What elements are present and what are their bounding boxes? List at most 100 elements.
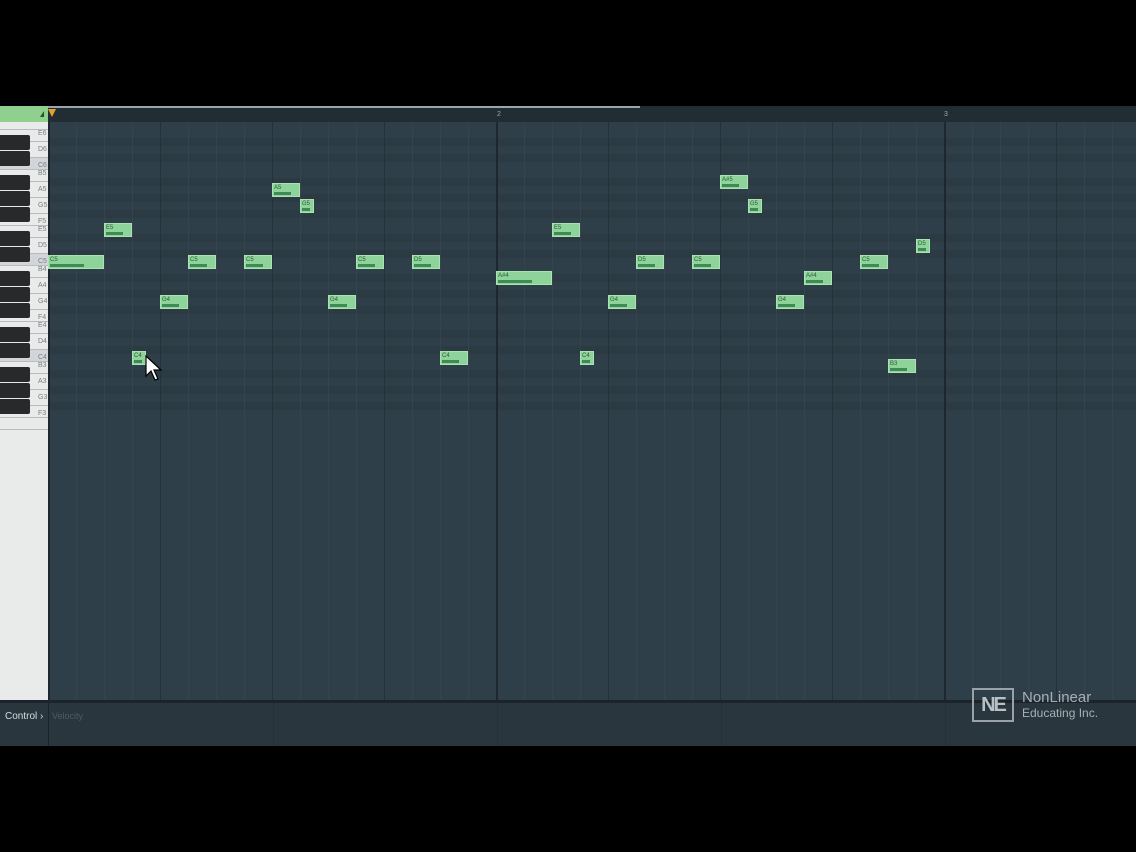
note-block[interactable]: A#4 <box>496 271 552 285</box>
black-key[interactable] <box>0 207 30 222</box>
grid-line <box>496 122 498 700</box>
grid-line <box>1028 122 1029 700</box>
velocity-bar <box>246 264 263 267</box>
note-block[interactable]: C4 <box>580 351 594 365</box>
note-block[interactable]: C4 <box>440 351 468 365</box>
note-block[interactable]: E5 <box>104 223 132 237</box>
black-key[interactable] <box>0 247 30 262</box>
velocity-bar <box>722 184 739 187</box>
black-key[interactable] <box>0 231 30 246</box>
key-label: B4 <box>38 266 47 273</box>
key-label: A5 <box>38 186 47 193</box>
bar-number: 2 <box>497 111 501 118</box>
timeline-ruler[interactable]: 2 3 <box>0 106 1136 123</box>
note-block[interactable]: B3 <box>888 359 916 373</box>
black-key[interactable] <box>0 135 30 150</box>
velocity-bar <box>134 360 143 363</box>
black-key[interactable] <box>0 327 30 342</box>
logo-mark: NE <box>972 688 1014 722</box>
velocity-bar <box>498 280 532 283</box>
grid-line <box>188 122 189 700</box>
velocity-bar <box>750 208 759 211</box>
white-key[interactable] <box>0 418 48 430</box>
velocity-bar <box>302 208 311 211</box>
piano-roll-menu-button[interactable] <box>0 106 48 123</box>
key-label: F5 <box>38 218 47 225</box>
black-key[interactable] <box>0 271 30 286</box>
note-block[interactable]: G4 <box>776 295 804 309</box>
control-target-selector[interactable]: Control › <box>5 711 43 722</box>
velocity-bar <box>554 232 571 235</box>
piano-keyboard[interactable]: E6 D6 C6 B5 A5 G5 F5 E5 D5 C5 B4 A4 G4 F4 E4 D4 C4 B3 A3 G3… <box>0 122 49 700</box>
grid-line <box>776 122 777 700</box>
horizontal-scrollbar[interactable] <box>48 106 640 108</box>
black-key[interactable] <box>0 287 30 302</box>
note-block[interactable]: A5 <box>272 183 300 197</box>
note-block[interactable]: E5 <box>552 223 580 237</box>
note-label: A#4 <box>498 273 509 279</box>
black-key[interactable] <box>0 191 30 206</box>
note-label: G5 <box>750 201 759 207</box>
note-block[interactable]: C5 <box>860 255 888 269</box>
grid-line <box>944 122 946 700</box>
grid-line <box>860 122 861 700</box>
key-label: E4 <box>38 322 47 329</box>
grid-line <box>412 122 413 700</box>
note-block[interactable]: A#4 <box>804 271 832 285</box>
note-block[interactable]: C4 <box>132 351 146 365</box>
note-block[interactable]: G5 <box>300 199 314 213</box>
key-label: B3 <box>38 362 47 369</box>
note-block[interactable]: C5 <box>48 255 104 269</box>
grid-line <box>552 122 553 700</box>
note-label: D5 <box>638 257 646 263</box>
note-block[interactable]: A#5 <box>720 175 748 189</box>
key-label: E6 <box>38 130 47 137</box>
key-label: F4 <box>38 314 47 321</box>
note-block[interactable]: C5 <box>356 255 384 269</box>
note-block[interactable]: G4 <box>328 295 356 309</box>
note-block[interactable]: C5 <box>244 255 272 269</box>
black-key[interactable] <box>0 175 30 190</box>
grid-line <box>636 122 637 700</box>
note-block[interactable]: G4 <box>608 295 636 309</box>
piano-roll-window: 2 3 E6 D6 C6 B5 A5 G5 F5 E5 D5 C5 B4 A4 G4 F4 E4 D4 C4 B3… <box>0 106 1136 746</box>
note-block[interactable]: G5 <box>748 199 762 213</box>
key-label: G5 <box>38 202 48 209</box>
black-key[interactable] <box>0 399 30 414</box>
key-label: B5 <box>38 170 47 177</box>
note-label: C5 <box>246 257 254 263</box>
grid-line <box>916 122 917 700</box>
grid-line <box>1000 122 1001 700</box>
note-block[interactable]: D5 <box>636 255 664 269</box>
key-label: D5 <box>38 242 47 249</box>
note-label: C5 <box>358 257 366 263</box>
white-key[interactable] <box>0 122 48 130</box>
grid-line <box>664 122 665 700</box>
grid-line <box>328 122 329 700</box>
note-block[interactable]: C5 <box>188 255 216 269</box>
note-grid[interactable]: C5 E5 C4 G4 C5 C5 A5 G5 G4 C5 D5 C4 A#4 E5 C4 G4 D5 C5 A#5… <box>48 122 1136 700</box>
playhead-marker-icon[interactable] <box>48 109 56 117</box>
black-key[interactable] <box>0 151 30 166</box>
key-label: A4 <box>38 282 47 289</box>
note-label: G4 <box>330 297 339 303</box>
grid-line <box>1056 122 1057 700</box>
black-key[interactable] <box>0 343 30 358</box>
grid-line <box>76 122 77 700</box>
velocity-bar <box>806 280 823 283</box>
black-key[interactable] <box>0 383 30 398</box>
note-block[interactable]: C5 <box>692 255 720 269</box>
black-key[interactable] <box>0 303 30 318</box>
grid-line <box>104 122 105 700</box>
control-lane[interactable]: Control › Velocity <box>0 700 1136 746</box>
note-block[interactable]: D5 <box>412 255 440 269</box>
black-key[interactable] <box>0 367 30 382</box>
note-label: C5 <box>50 257 58 263</box>
grid-line <box>692 122 693 700</box>
control-label: Control <box>5 711 38 722</box>
grid-line <box>160 122 161 700</box>
key-label: E5 <box>38 226 47 233</box>
note-block[interactable]: D5 <box>916 239 930 253</box>
velocity-bar <box>582 360 591 363</box>
note-block[interactable]: G4 <box>160 295 188 309</box>
